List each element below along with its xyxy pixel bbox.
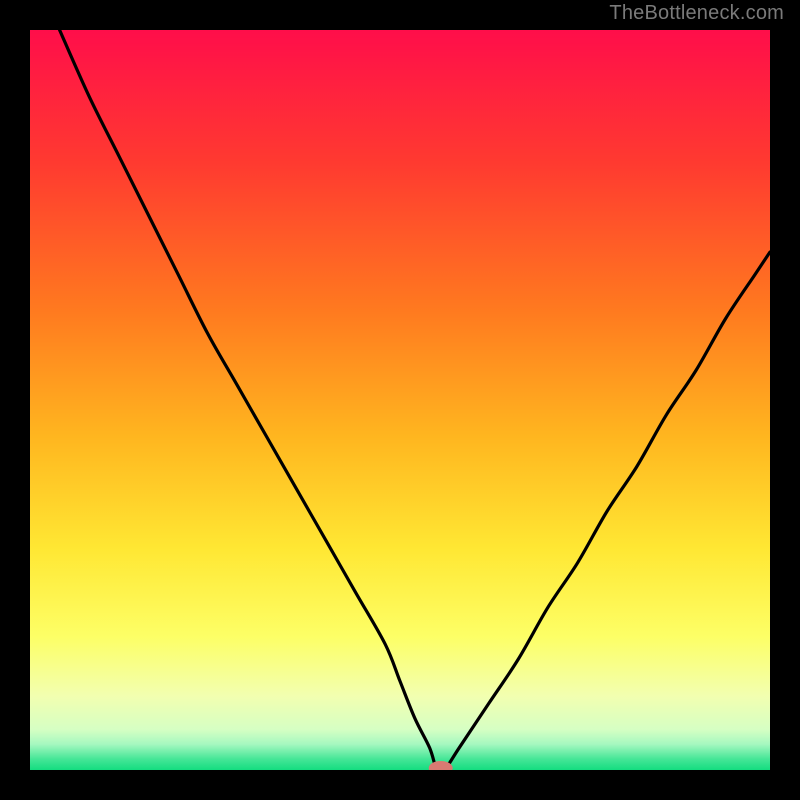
chart-stage: TheBottleneck.com [0,0,800,800]
optimal-marker [429,761,453,775]
gradient-background [30,30,770,770]
bottleneck-chart [0,0,800,800]
watermark-text: TheBottleneck.com [609,2,784,25]
